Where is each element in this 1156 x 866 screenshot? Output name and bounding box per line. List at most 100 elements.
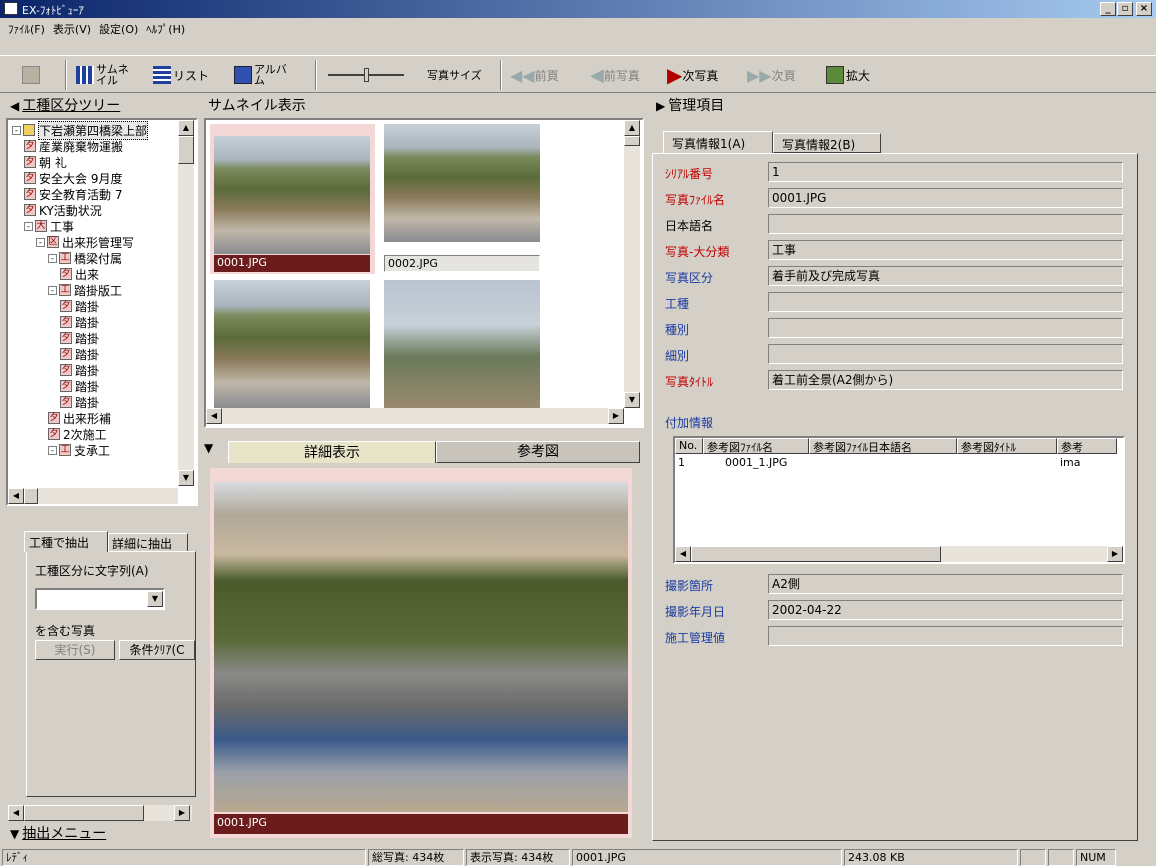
zoom-button[interactable]: 拡大: [826, 62, 870, 88]
tree-item[interactable]: 夕 KY活動状況: [24, 202, 102, 218]
tree-item[interactable]: 夕出来: [60, 266, 99, 282]
tree-hscroll-thumb[interactable]: [24, 488, 38, 504]
list-view-button[interactable]: リスト: [153, 62, 209, 88]
collapse-right-icon[interactable]: ▶: [656, 99, 665, 113]
tree-expander-icon[interactable]: -: [24, 221, 33, 231]
close-button[interactable]: ×: [1136, 2, 1152, 16]
tree-item[interactable]: - 下岩瀬第四橋梁上部: [12, 120, 149, 140]
scroll-left-icon[interactable]: ◀: [8, 805, 24, 821]
tab-photo-info-1[interactable]: 写真情報1(A): [663, 131, 773, 153]
tree-item[interactable]: - 工支承工: [48, 442, 110, 458]
tree-item[interactable]: 夕踏掛: [60, 362, 99, 378]
thumbnail-item[interactable]: 0001.JPG: [210, 124, 375, 274]
field-value[interactable]: 着工前全景(A2側から): [768, 370, 1123, 390]
run-button[interactable]: 実行(S): [35, 640, 115, 660]
maximize-button[interactable]: ▫: [1117, 2, 1133, 16]
thumbnail-vscroll[interactable]: ▲ ▼: [624, 120, 640, 408]
tree-item[interactable]: 夕踏掛: [60, 378, 99, 394]
scroll-up-icon[interactable]: ▲: [178, 120, 194, 136]
tree-item[interactable]: 夕踏掛: [60, 346, 99, 362]
field-value[interactable]: [768, 292, 1123, 312]
tree-item[interactable]: - 工橋梁付属: [48, 250, 122, 266]
field-value[interactable]: 着手前及び完成写真: [768, 266, 1123, 286]
reference-hscroll[interactable]: ◀ ▶: [675, 546, 1123, 562]
scroll-up-icon[interactable]: ▲: [624, 120, 640, 136]
tree-expander-icon[interactable]: -: [48, 253, 57, 263]
tab-detail-view[interactable]: 詳細表示: [228, 441, 436, 463]
tree-hscroll[interactable]: ◀: [8, 488, 178, 504]
minimize-button[interactable]: _: [1100, 2, 1116, 16]
column-header[interactable]: No.: [675, 438, 703, 454]
field-value[interactable]: [768, 626, 1123, 646]
tree-vscroll[interactable]: ▲ ▼: [178, 120, 194, 486]
thumbnail-vscroll-thumb[interactable]: [624, 136, 640, 146]
tab-photo-info-2[interactable]: 写真情報2(B): [773, 133, 881, 153]
scroll-right-icon[interactable]: ▶: [608, 408, 624, 424]
tree-item[interactable]: 夕踏掛: [60, 314, 99, 330]
scroll-left-icon[interactable]: ◀: [206, 408, 222, 424]
thumbnail-item[interactable]: 0002.JPG: [380, 124, 545, 274]
tree-item[interactable]: - 工踏掛版工: [48, 282, 122, 298]
scroll-left-icon[interactable]: ◀: [8, 488, 24, 504]
tree-expander-icon[interactable]: -: [48, 285, 57, 295]
field-value[interactable]: 0001.JPG: [768, 188, 1123, 208]
field-value[interactable]: A2側: [768, 574, 1123, 594]
field-value[interactable]: [768, 318, 1123, 338]
field-value[interactable]: 1: [768, 162, 1123, 182]
thumbnail-view-button[interactable]: サムネイル: [76, 62, 138, 88]
slider-thumb[interactable]: [364, 68, 369, 82]
thumbnail-item[interactable]: [210, 280, 375, 410]
column-header[interactable]: 参考図ﾌｧｲﾙ名: [703, 438, 809, 454]
tree-expander-icon[interactable]: -: [36, 237, 45, 247]
tree-item[interactable]: 夕安全大会 9月度: [24, 170, 122, 186]
detail-image[interactable]: [214, 482, 628, 812]
type-filter-combo[interactable]: ▼: [35, 588, 165, 610]
clear-conditions-button[interactable]: 条件ｸﾘｱ(C: [119, 640, 195, 660]
next-page-button[interactable]: ▶▶ 次頁: [747, 62, 796, 88]
tree-item[interactable]: - 区出来形管理写: [36, 234, 134, 250]
chevron-down-icon[interactable]: ▼: [147, 591, 163, 607]
scroll-down-icon[interactable]: ▼: [624, 392, 640, 408]
collapse-down-icon[interactable]: ▼: [204, 441, 213, 455]
column-header[interactable]: 参考: [1057, 438, 1117, 454]
thumbnail-grid[interactable]: 0001.JPG 0002.JPG ▲ ▼ ◀ ▶: [204, 118, 644, 428]
prev-page-button[interactable]: ◀◀ 前頁: [510, 62, 559, 88]
tab-extract-detail[interactable]: 詳細に抽出: [108, 533, 188, 552]
thumbnail-item[interactable]: [380, 280, 545, 410]
tree-item[interactable]: 夕 2次施工: [48, 426, 107, 442]
reference-list[interactable]: No. 参考図ﾌｧｲﾙ名 参考図ﾌｧｲﾙ日本語名 参考図ﾀｲﾄﾙ 参考 1 0001_1.…: [673, 436, 1125, 564]
scroll-right-icon[interactable]: ▶: [174, 805, 190, 821]
tree-expander-icon[interactable]: -: [12, 125, 21, 135]
extract-hscroll-thumb[interactable]: [24, 805, 144, 821]
scroll-left-icon[interactable]: ◀: [675, 546, 691, 562]
tree-item[interactable]: 夕産業廃棄物運搬: [24, 138, 123, 154]
thumbnail-hscroll[interactable]: ◀ ▶: [206, 408, 624, 424]
field-value[interactable]: 工事: [768, 240, 1123, 260]
scroll-right-icon[interactable]: ▶: [1107, 546, 1123, 562]
menu-file[interactable]: ﾌｧｲﾙ(F): [8, 21, 45, 37]
extract-hscroll[interactable]: ◀ ▶: [8, 805, 192, 821]
tree-item[interactable]: 夕踏掛: [60, 330, 99, 346]
column-header[interactable]: 参考図ﾀｲﾄﾙ: [957, 438, 1057, 454]
field-value[interactable]: 2002-04-22: [768, 600, 1123, 620]
tree-item[interactable]: 夕安全教育活動 7: [24, 186, 122, 202]
tab-reference-drawing[interactable]: 参考図: [436, 441, 640, 463]
field-value[interactable]: [768, 214, 1123, 234]
column-header[interactable]: 参考図ﾌｧｲﾙ日本語名: [809, 438, 957, 454]
menu-view[interactable]: 表示(V): [53, 21, 91, 37]
extract-menu-header[interactable]: ▼ 抽出メニュー: [6, 826, 196, 844]
menu-help[interactable]: ﾍﾙﾌﾟ(H): [146, 21, 185, 37]
tree-vscroll-thumb[interactable]: [178, 136, 194, 164]
tree-item[interactable]: - 大工事: [24, 218, 74, 234]
table-row[interactable]: 1 0001_1.JPG ima: [675, 456, 1117, 469]
tree-item[interactable]: 夕出来形補: [48, 410, 111, 426]
reference-hscroll-thumb[interactable]: [691, 546, 941, 562]
tab-extract-by-type[interactable]: 工種で抽出: [24, 531, 108, 552]
tree-item[interactable]: 夕踏掛: [60, 298, 99, 314]
photo-size-slider[interactable]: [328, 62, 410, 88]
tree-item[interactable]: 夕踏掛: [60, 394, 99, 410]
next-photo-button[interactable]: ▶ 次写真: [667, 62, 718, 88]
prev-photo-button[interactable]: ◀ 前写真: [590, 62, 640, 88]
tree-expander-icon[interactable]: -: [48, 445, 57, 455]
scroll-down-icon[interactable]: ▼: [178, 470, 194, 486]
